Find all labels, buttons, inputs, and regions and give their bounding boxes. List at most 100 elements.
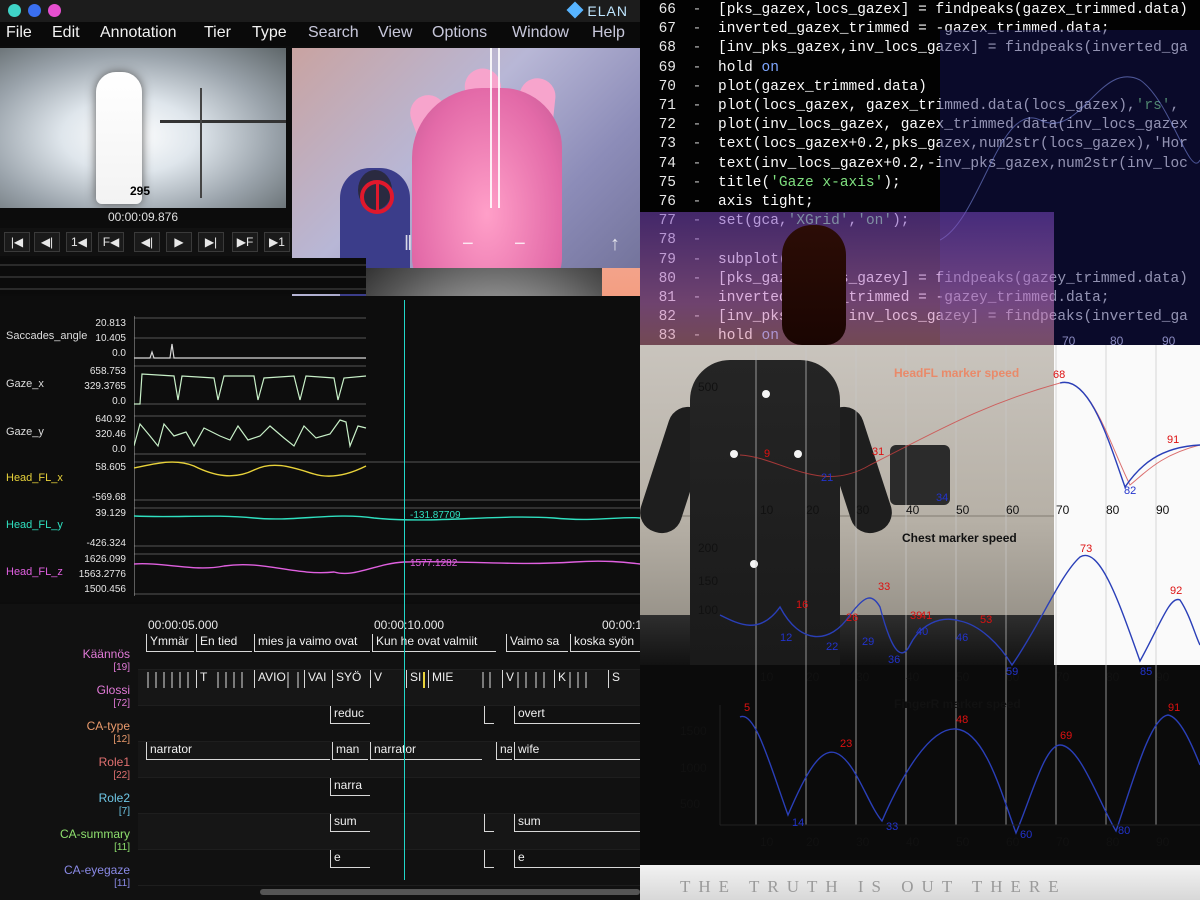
playhead-cursor[interactable] [404, 300, 405, 880]
menu-search[interactable]: Search [308, 24, 359, 42]
line-number: 72 [658, 117, 676, 134]
annotation[interactable]: Ymmär [146, 634, 194, 652]
menu-help[interactable]: Help [592, 24, 625, 42]
tier-row-role2[interactable]: narra [138, 778, 640, 814]
code-line[interactable]: 75- title('Gaze x-axis'); [640, 175, 901, 195]
tier-row-glossi[interactable]: T AVIO VAI SYÖ V SI MIE V K S [138, 670, 640, 706]
annotation[interactable]: reduc [330, 706, 370, 724]
code-line[interactable]: 70- plot(gazex_trimmed.data) [640, 79, 927, 99]
annotation[interactable]: K [554, 670, 568, 688]
annotation[interactable]: SI [406, 670, 424, 688]
line-marker: - [692, 2, 702, 18]
tier-label-ca-summary[interactable]: CA-summary [11] [0, 828, 130, 854]
annotation[interactable]: V [502, 670, 516, 688]
annotation[interactable]: En tied [196, 634, 252, 652]
annotation[interactable]: S [608, 670, 624, 688]
previous-second-button[interactable]: 1◀ [66, 232, 92, 252]
annotation[interactable]: T [196, 670, 216, 688]
annotation[interactable]: Vaimo sa [506, 634, 568, 652]
peak-label: 41 [920, 610, 933, 622]
headfl-speed-curve [739, 381, 1200, 486]
play-button[interactable]: ▶ [166, 232, 192, 252]
tier-label-ca-type[interactable]: CA-type [12] [0, 720, 130, 746]
tier-label-glossi[interactable]: Glossi [72] [0, 684, 130, 710]
annotation[interactable]: e [330, 850, 370, 868]
menu-window[interactable]: Window [512, 24, 569, 42]
annotation[interactable]: Kun he ovat valmiit [372, 634, 496, 652]
tier-row-ca-type[interactable]: reduc overt [138, 706, 640, 742]
timeseries-viewer[interactable]: Saccades_angle 20.813 10.405 0.0 Gaze_x … [0, 296, 640, 602]
annotation[interactable]: sum [330, 814, 370, 832]
annotation[interactable]: sum [514, 814, 640, 832]
headfl-plot-title: HeadFL marker speed [894, 366, 1020, 380]
annotation[interactable]: SYÖ [332, 670, 368, 688]
tier-row-kaannos[interactable]: Ymmär En tied mies ja vaimo ovat Kun he … [138, 634, 640, 670]
tier-label-kaannos[interactable]: Käännös [19] [0, 648, 130, 674]
previous-scroll-button[interactable]: ◀| [34, 232, 60, 252]
tier-row-ca-eyegaze[interactable]: e e [138, 850, 640, 886]
tier-label-role2[interactable]: Role2 [7] [0, 792, 130, 818]
window-zoom-button[interactable] [48, 4, 61, 17]
trough-label: 82 [1124, 485, 1137, 497]
peak-label: 23 [840, 738, 853, 750]
x-tick-label: 30 [856, 835, 870, 849]
tier-row-role1[interactable]: narrator man narrator na wife [138, 742, 640, 778]
code-line[interactable]: 66- [pks_gazex,locs_gazex] = findpeaks(ga… [640, 2, 1188, 22]
annotation-empty[interactable] [484, 814, 494, 832]
tier-row-ca-summary[interactable]: sum sum [138, 814, 640, 850]
annotation[interactable]: MIE [428, 670, 468, 688]
annotation[interactable]: wife [514, 742, 640, 760]
overlay-minus-icon: − [514, 233, 526, 255]
menu-tier[interactable]: Tier [204, 24, 231, 42]
go-to-begin-button[interactable]: |◀ [4, 232, 30, 252]
next-frame-button[interactable]: ▶F [232, 232, 258, 252]
annotation[interactable]: e [514, 850, 640, 868]
tier-count: [7] [118, 806, 130, 817]
window-close-button[interactable] [8, 4, 21, 17]
code-line[interactable]: 76- axis tight; [640, 194, 814, 214]
annotation-empty[interactable] [484, 706, 494, 724]
signal-mid-gaze-x: 329.3765 [84, 381, 126, 392]
annotation[interactable]: man [332, 742, 368, 760]
menu-edit[interactable]: Edit [52, 24, 80, 42]
annotation[interactable]: narra [330, 778, 370, 796]
signal-min-gaze-x: 0.0 [112, 396, 126, 407]
overlay-purple-wash [640, 212, 1054, 364]
menu-annotation[interactable]: Annotation [100, 24, 177, 42]
annotation[interactable]: narrator [146, 742, 330, 760]
x-tick-label: 80 [1106, 503, 1120, 517]
next-ms-button[interactable]: ▶| [198, 232, 224, 252]
annotation-timeline[interactable]: 00:00:05.000 00:00:10.000 00:00:1 Käännö… [0, 604, 640, 900]
next-second-button[interactable]: ▶1 [264, 232, 290, 252]
tier-label-ca-eyegaze[interactable]: CA-eyegaze [11] [0, 864, 130, 890]
menu-type[interactable]: Type [252, 24, 287, 42]
finger-speed-curve [739, 714, 1200, 835]
time-ruler[interactable]: 00:00:05.000 00:00:10.000 00:00:1 [138, 604, 640, 634]
menu-options[interactable]: Options [432, 24, 487, 42]
elan-logo-icon [566, 1, 584, 19]
annotation[interactable]: AVIO [254, 670, 290, 688]
finger-plot-title: FingerR marker speed [894, 697, 1021, 711]
line-number: 76 [658, 194, 676, 210]
annotation[interactable]: VAI [304, 670, 330, 688]
thermal-video[interactable]: 295 [0, 48, 286, 208]
code-line[interactable]: 69- hold on [640, 60, 779, 80]
timeline-horizontal-scrollbar[interactable] [260, 889, 640, 895]
window-minimize-button[interactable] [28, 4, 41, 17]
signal-min-gaze-y: 0.0 [112, 444, 126, 455]
menu-file[interactable]: File [6, 24, 32, 42]
annotation[interactable]: V [370, 670, 390, 688]
peak-label: 68 [1053, 369, 1066, 381]
previous-ms-button[interactable]: ◀| [134, 232, 160, 252]
menu-view[interactable]: View [378, 24, 412, 42]
previous-frame-button[interactable]: F◀ [98, 232, 124, 252]
tier-label-role1[interactable]: Role1 [22] [0, 756, 130, 782]
annotation[interactable]: mies ja vaimo ovat [254, 634, 370, 652]
banner: THE TRUTH IS OUT THERE [640, 865, 1200, 900]
annotation-empty[interactable] [484, 850, 494, 868]
annotation[interactable]: na [496, 742, 512, 760]
annotation[interactable]: koska syön [570, 634, 640, 652]
annotation[interactable]: narrator [370, 742, 482, 760]
line-marker: - [692, 117, 702, 134]
annotation[interactable]: overt [514, 706, 640, 724]
